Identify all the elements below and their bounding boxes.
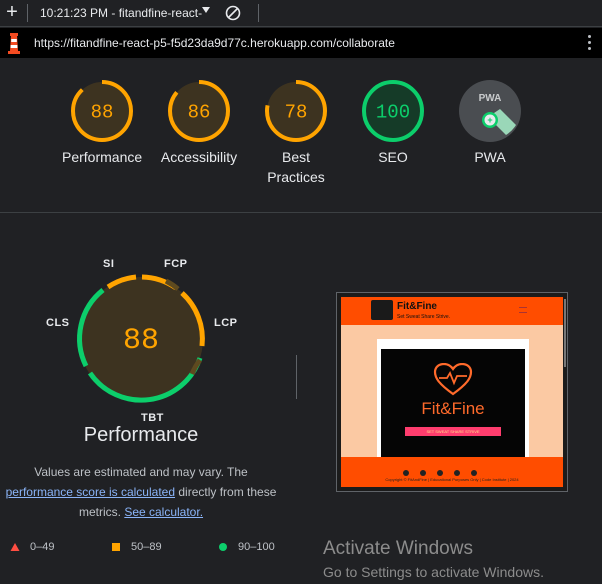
desc-text: Values are estimated and may vary. The — [34, 465, 248, 479]
gauge-pwa[interactable]: PWA + PWA — [450, 79, 530, 167]
legend-range: 90–100 — [238, 541, 275, 553]
score-value: 78 — [285, 102, 308, 124]
see-calculator-link[interactable]: See calculator. — [124, 505, 203, 519]
legend-pass: 90–100 — [219, 541, 275, 553]
divider — [296, 355, 297, 399]
triangle-icon — [10, 543, 20, 551]
site-tagline: Set Sweat Share Strive. — [397, 314, 451, 320]
url-bar: https://fitandfine-react-p5-f5d23da9d77c… — [0, 28, 602, 58]
legend-fail: 0–49 — [10, 541, 55, 553]
gauge-accessibility[interactable]: 86 Accessibility — [159, 79, 239, 167]
activate-windows-watermark: Activate Windows Go to Settings to activ… — [323, 538, 544, 582]
category-label: SEO — [378, 149, 408, 165]
pwa-badge-icon: PWA + — [459, 80, 521, 142]
category-label: Accessibility — [160, 149, 238, 165]
performance-gauge: 88 — [77, 274, 205, 403]
metric-label-fcp: FCP — [164, 258, 188, 270]
tab-bar: + 10:21:23 PM - fitandfine-react- — [0, 0, 602, 27]
svg-text:PWA: PWA — [479, 93, 502, 104]
chevron-down-icon[interactable] — [202, 7, 210, 13]
footer-copyright: Copyright © FitAndFine | Educational Pur… — [385, 477, 519, 482]
metric-label-lcp: LCP — [214, 317, 238, 329]
site-brand: Fit&Fine — [397, 301, 437, 312]
score-value: 86 — [188, 102, 211, 124]
gauge-seo[interactable]: 100 SEO — [353, 79, 433, 167]
watermark-title: Activate Windows — [323, 538, 473, 559]
ribbon-text: SET SWEAT SHARE STRIVE — [426, 429, 480, 434]
final-screenshot[interactable]: Fit&Fine Set Sweat Share Strive. Fit&Fin… — [336, 292, 568, 492]
legend-range: 50–89 — [131, 541, 162, 553]
section-divider — [0, 212, 602, 213]
social-icons — [403, 463, 503, 476]
svg-text:+: + — [487, 115, 492, 125]
divider — [258, 4, 259, 22]
category-label: Best Practices — [267, 149, 325, 185]
hero-ribbon: SET SWEAT SHARE STRIVE — [405, 427, 501, 436]
watermark-subtitle: Go to Settings to activate Windows. — [323, 564, 544, 580]
report-title[interactable]: 10:21:23 PM - fitandfine-react- — [40, 6, 202, 20]
metric-label-si: SI — [103, 258, 115, 270]
page-url[interactable]: https://fitandfine-react-p5-f5d23da9d77c… — [34, 36, 395, 50]
square-icon — [112, 543, 120, 551]
desc-text: metrics. — [78, 505, 121, 519]
score-value: 100 — [376, 102, 410, 124]
scrollbar[interactable] — [564, 299, 566, 367]
performance-title: Performance — [83, 424, 199, 446]
gauge-best-practices[interactable]: 78 Best Practices — [256, 79, 336, 187]
heart-icon — [433, 363, 473, 396]
performance-score: 88 — [123, 324, 159, 358]
legend-average: 50–89 — [112, 541, 162, 553]
site-footer: Copyright © FitAndFine | Educational Pur… — [341, 457, 563, 487]
score-ring: 86 — [168, 80, 230, 142]
clear-icon[interactable] — [225, 5, 241, 21]
menu-icon — [519, 307, 527, 313]
site-header: Fit&Fine Set Sweat Share Strive. — [341, 297, 563, 325]
score-ring: 100 — [362, 80, 424, 142]
score-calculated-link[interactable]: performance score is calculated — [6, 485, 175, 499]
score-ring: 88 — [71, 80, 133, 142]
screenshot-page: Fit&Fine Set Sweat Share Strive. Fit&Fin… — [341, 297, 563, 487]
more-options-icon[interactable] — [587, 35, 593, 53]
metric-label-cls: CLS — [46, 317, 70, 329]
score-ring: 78 — [265, 80, 327, 142]
new-tab-icon[interactable]: + — [3, 2, 21, 22]
hero-image: Fit&Fine SET SWEAT SHARE STRIVE — [381, 349, 525, 457]
category-label: PWA — [474, 149, 506, 165]
lighthouse-icon — [8, 33, 20, 54]
metric-label-tbt: TBT — [141, 412, 164, 424]
circle-icon — [219, 543, 227, 551]
legend-range: 0–49 — [30, 541, 55, 553]
hero-name: Fit&Fine — [421, 399, 485, 418]
score-value: 88 — [91, 102, 114, 124]
category-label: Performance — [62, 149, 143, 165]
desc-text: directly from these — [178, 485, 277, 499]
logo-icon — [371, 300, 393, 320]
score-description: Values are estimated and may vary. The p… — [0, 462, 282, 522]
gauge-performance[interactable]: 88 Performance — [62, 79, 142, 167]
divider — [27, 4, 28, 22]
